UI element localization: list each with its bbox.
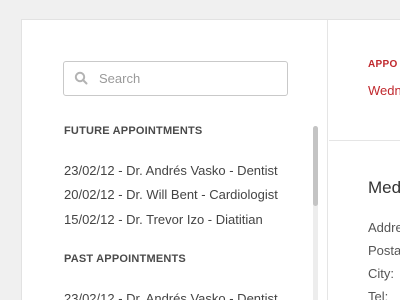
appointment-label: APPO [368, 59, 398, 70]
scrollbar-thumb[interactable] [313, 126, 318, 206]
postal-field-label: Posta [368, 243, 400, 258]
main-panel: FUTURE APPOINTMENTS 23/02/12 - Dr. André… [21, 19, 400, 300]
address-field-label: Addre [368, 220, 400, 235]
search-box[interactable] [63, 61, 288, 96]
future-appointment-item[interactable]: 15/02/12 - Dr. Trevor Izo - Diatitian [64, 212, 263, 227]
city-field-label: City: [368, 266, 394, 281]
detail-heading: Med [368, 178, 400, 197]
appointment-date: Wedn [368, 83, 400, 98]
past-appointments-title: PAST APPOINTMENTS [64, 253, 186, 265]
search-input[interactable] [99, 62, 279, 95]
search-icon [74, 71, 88, 85]
detail-divider [329, 140, 400, 141]
future-appointment-item[interactable]: 23/02/12 - Dr. Andrés Vasko - Dentist [64, 163, 278, 178]
appointments-sidebar: FUTURE APPOINTMENTS 23/02/12 - Dr. André… [22, 20, 328, 300]
future-appointments-title: FUTURE APPOINTMENTS [64, 125, 203, 137]
tel-field-label: Tel: [368, 289, 389, 300]
appointment-detail: APPO Wedn Med Addre Posta City: Tel: [329, 20, 400, 300]
future-appointment-item[interactable]: 20/02/12 - Dr. Will Bent - Cardiologist [64, 187, 278, 202]
past-appointment-item[interactable]: 23/02/12 - Dr. Andrés Vasko - Dentist [64, 291, 278, 300]
